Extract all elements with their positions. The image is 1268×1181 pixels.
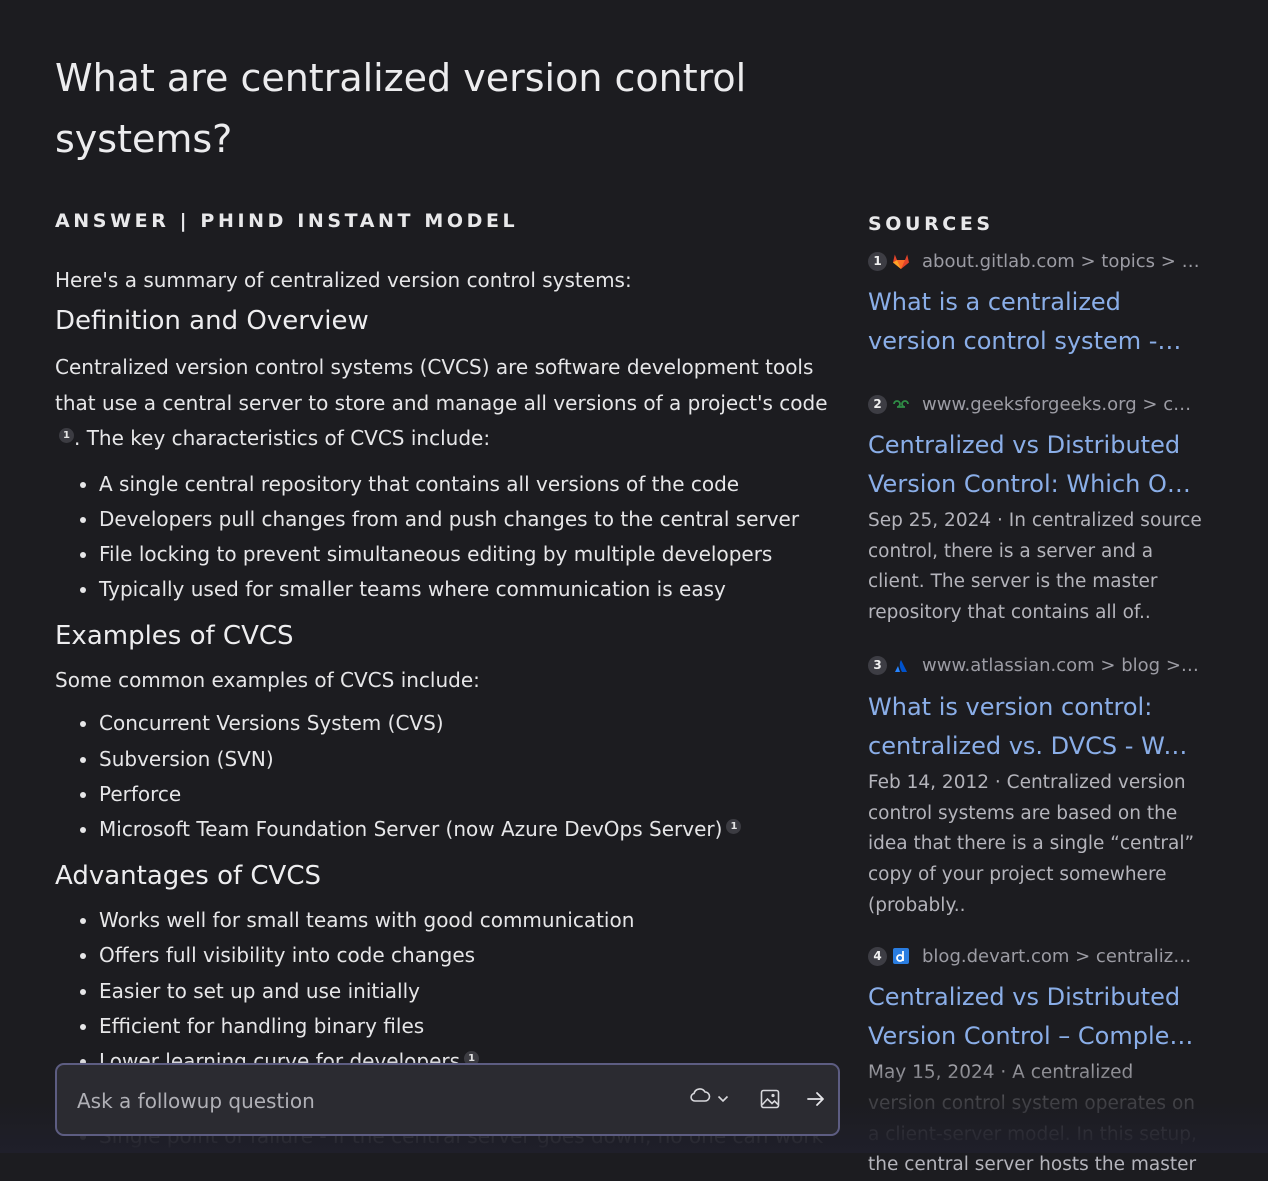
- source-url: www.geeksforgeeks.org > centralized-vs-d…: [922, 393, 1202, 415]
- followup-bar: [55, 1063, 840, 1136]
- list-item: Easier to set up and use initially: [99, 974, 835, 1009]
- source-meta: 2 www.geeksforgeeks.org > centralized-vs…: [868, 391, 1202, 417]
- source-card[interactable]: 2 www.geeksforgeeks.org > centralized-vs…: [868, 391, 1202, 629]
- citation-badge[interactable]: 1: [59, 428, 74, 443]
- source-url: blog.devart.com > centralized-vs-distrib…: [922, 945, 1202, 967]
- sources-label: SOURCES: [868, 213, 994, 235]
- examples-heading: Examples of CVCS: [55, 621, 294, 652]
- source-snippet: Sep 25, 2024 · In centralized source con…: [868, 510, 1202, 624]
- source-snippet: Feb 14, 2012 · Centralized version contr…: [868, 771, 1195, 916]
- answer-panel: ANSWER | PHIND INSTANT MODEL Here's a su…: [55, 208, 835, 1154]
- citation-badge[interactable]: 1: [726, 818, 742, 834]
- list-item: Works well for small teams with good com…: [99, 903, 835, 938]
- list-item: Perforce: [99, 777, 835, 812]
- atlassian-icon: [892, 657, 910, 675]
- list-item: Efficient for handling binary files: [99, 1009, 835, 1044]
- model-selector[interactable]: [689, 1087, 729, 1107]
- source-title-link[interactable]: Centralized vs Distributed Version Contr…: [868, 426, 1202, 504]
- list-item: Subversion (SVN): [99, 742, 835, 777]
- followup-input[interactable]: [75, 1065, 639, 1136]
- list-item: Developers pull changes from and push ch…: [99, 502, 835, 537]
- arrow-right-icon: [806, 1089, 826, 1113]
- answer-intro: Here's a summary of centralized version …: [55, 268, 632, 292]
- advantages-list: Works well for small teams with good com…: [55, 903, 835, 1079]
- source-number: 4: [868, 946, 887, 966]
- list-item: Typically used for smaller teams where c…: [99, 572, 835, 607]
- source-number: 1: [868, 251, 887, 271]
- source-card[interactable]: 1 about.gitlab.com > topics > version-co…: [868, 248, 1202, 361]
- source-number: 3: [868, 656, 887, 676]
- definition-text: Centralized version control systems (CVC…: [55, 355, 828, 415]
- cloud-icon: [689, 1087, 711, 1107]
- list-item: File locking to prevent simultaneous edi…: [99, 537, 835, 572]
- source-url: www.atlassian.com > blog > software-team…: [922, 655, 1202, 677]
- definition-paragraph: Centralized version control systems (CVC…: [55, 350, 835, 457]
- devart-icon: [892, 947, 910, 965]
- source-meta: 1 about.gitlab.com > topics > version-co…: [868, 248, 1202, 274]
- definition-list: A single central repository that contain…: [55, 467, 835, 608]
- chevron-down-icon: [717, 1088, 729, 1107]
- image-upload-button[interactable]: [760, 1089, 780, 1113]
- definition-text-tail: . The key characteristics of CVCS includ…: [74, 426, 491, 450]
- source-meta: 3 www.atlassian.com > blog > software-te…: [868, 653, 1202, 679]
- list-item: Offers full visibility into code changes: [99, 938, 835, 973]
- source-card[interactable]: 3 www.atlassian.com > blog > software-te…: [868, 653, 1202, 922]
- question-title: What are centralized version control sys…: [55, 56, 747, 161]
- source-title-link[interactable]: Centralized vs Distributed Version Contr…: [868, 978, 1202, 1056]
- source-snippet: May 15, 2024 · A centralized version con…: [868, 1062, 1197, 1176]
- advantages-heading: Advantages of CVCS: [55, 861, 321, 892]
- submit-button[interactable]: [806, 1089, 826, 1113]
- examples-list: Concurrent Versions System (CVS) Subvers…: [55, 706, 835, 847]
- image-icon: [760, 1089, 780, 1113]
- answer-label: ANSWER | PHIND INSTANT MODEL: [55, 210, 519, 232]
- gitlab-icon: [892, 252, 910, 270]
- source-card[interactable]: 4 blog.devart.com > centralized-vs-distr…: [868, 943, 1202, 1181]
- source-title-link[interactable]: What is version control: centralized vs.…: [868, 688, 1202, 766]
- list-item: Microsoft Team Foundation Server (now Az…: [99, 812, 835, 847]
- definition-heading: Definition and Overview: [55, 306, 369, 336]
- source-number: 2: [868, 394, 887, 414]
- source-meta: 4 blog.devart.com > centralized-vs-distr…: [868, 943, 1202, 969]
- sources-panel: SOURCES 1 about.gitlab.com > topics > ve…: [868, 211, 1202, 1181]
- source-title-link[interactable]: What is a centralized version control sy…: [868, 283, 1202, 361]
- source-url: about.gitlab.com > topics > version-cont…: [922, 250, 1202, 272]
- examples-intro: Some common examples of CVCS include:: [55, 668, 480, 693]
- geeksforgeeks-icon: [892, 395, 910, 413]
- list-item: Concurrent Versions System (CVS): [99, 706, 835, 741]
- list-item: A single central repository that contain…: [99, 467, 835, 502]
